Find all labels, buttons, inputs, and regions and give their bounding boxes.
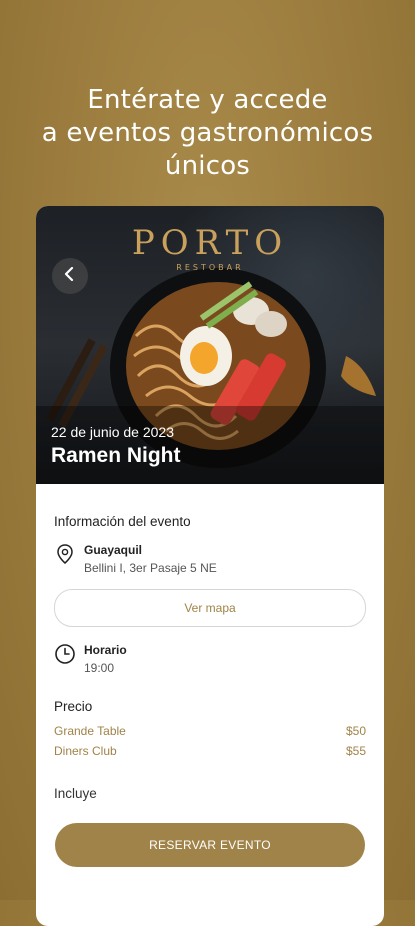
- view-map-button[interactable]: Ver mapa: [54, 589, 366, 627]
- event-title: Ramen Night: [51, 444, 181, 467]
- restaurant-logo-subtitle: RESTOBAR: [176, 263, 244, 272]
- price-value: $55: [345, 744, 366, 758]
- price-row: Grande Table $50: [54, 724, 366, 738]
- back-chevron-icon: [64, 266, 76, 286]
- schedule-label: Horario: [84, 643, 127, 657]
- restaurant-logo: PORTO: [131, 223, 289, 263]
- price-heading: Precio: [54, 699, 93, 714]
- event-info-heading: Información del evento: [54, 514, 191, 529]
- promo-headline: Entérate y accede a eventos gastronómico…: [0, 84, 415, 183]
- location-address: Bellini I, 3er Pasaje 5 NE: [84, 561, 217, 575]
- reserve-event-button[interactable]: RESERVAR EVENTO: [55, 823, 365, 867]
- headline-line-2: a eventos gastronómicos: [41, 118, 374, 148]
- headline-line-1: Entérate y accede: [87, 85, 328, 115]
- location-pin-icon: [54, 543, 76, 565]
- event-hero-image: PORTO RESTOBAR 22 de junio de 2023 Ramen…: [36, 206, 384, 484]
- includes-heading: Incluye: [54, 786, 97, 801]
- event-detail-card: PORTO RESTOBAR 22 de junio de 2023 Ramen…: [36, 206, 384, 926]
- location-row: Guayaquil Bellini I, 3er Pasaje 5 NE: [54, 543, 366, 575]
- price-name: Diners Club: [54, 744, 117, 758]
- back-button[interactable]: [52, 258, 88, 294]
- price-value: $50: [345, 724, 366, 738]
- price-name: Grande Table: [54, 724, 126, 738]
- headline-line-3: únicos: [164, 151, 251, 181]
- location-city: Guayaquil: [84, 543, 143, 557]
- price-row: Diners Club $55: [54, 744, 366, 758]
- schedule-row: Horario 19:00: [54, 643, 366, 675]
- event-date: 22 de junio de 2023: [51, 424, 174, 440]
- clock-icon: [54, 643, 76, 665]
- schedule-time: 19:00: [84, 661, 115, 675]
